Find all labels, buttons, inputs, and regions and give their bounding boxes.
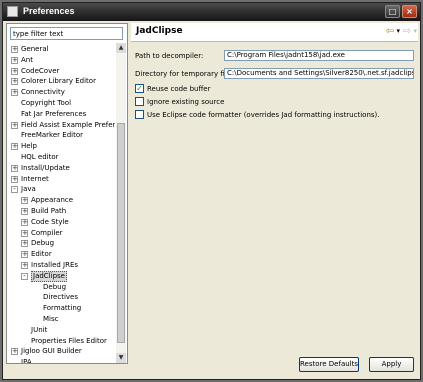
tree-item-label: Code Style — [31, 217, 69, 226]
collapse-icon[interactable]: - — [21, 272, 28, 280]
expand-icon[interactable]: + — [21, 197, 28, 205]
checkbox-icon[interactable] — [135, 96, 144, 106]
tree-item-label: Ant — [21, 55, 33, 64]
expand-icon[interactable]: + — [21, 262, 28, 269]
preferences-tree-panel: +General+Ant+CodeCover+Colorer Library E… — [6, 23, 128, 364]
tree-item-label: Java — [21, 185, 36, 194]
chevron-down-icon[interactable]: ▾ — [396, 27, 400, 35]
expand-icon[interactable]: + — [11, 67, 18, 75]
tree-item-label: Build Path — [31, 207, 67, 215]
preferences-window: Preferences □ × +General+Ant+CodeCover+C… — [2, 2, 421, 380]
tree-item-label: Installed JREs — [31, 261, 79, 269]
tree-item-label: Help — [21, 142, 37, 151]
expand-icon[interactable]: + — [21, 218, 28, 226]
expand-icon[interactable]: + — [11, 175, 18, 183]
tree-item-label: Install/Update — [21, 163, 70, 172]
decompiler-path-field[interactable]: C:\Program Files\jadnt158\jad.exe — [224, 50, 414, 61]
expand-icon[interactable]: + — [21, 251, 28, 259]
ignore-source-label: Ignore existing source — [147, 98, 225, 106]
scroll-thumb[interactable] — [117, 123, 125, 343]
app-icon — [7, 6, 18, 17]
tree-item-label: Colorer Library Editor — [21, 77, 96, 86]
tree-item-label: Internet — [21, 174, 49, 183]
tree-item-label: Connectivity — [21, 88, 65, 97]
eclipse-formatter-checkbox[interactable]: Use Eclipse code formatter (overrides Ja… — [135, 109, 380, 121]
tree-item-label: General — [21, 45, 49, 53]
decompiler-label: Path to decompiler: — [135, 52, 204, 60]
tree-item-label: Editor — [31, 250, 52, 259]
window-title: Preferences — [23, 6, 75, 16]
page-title: JadClipse — [136, 26, 183, 36]
maximize-button[interactable]: □ — [385, 5, 400, 18]
tree-item-label: Copyright Tool — [21, 99, 72, 107]
tree-item-label: HQL editor — [21, 153, 59, 161]
expand-icon[interactable]: + — [11, 348, 18, 356]
collapse-icon[interactable]: - — [11, 186, 18, 194]
tree-item-label: Directives — [43, 293, 78, 302]
close-button[interactable]: × — [402, 5, 417, 18]
expand-icon[interactable]: + — [11, 78, 18, 86]
scroll-up-icon[interactable]: ▲ — [116, 43, 126, 53]
back-arrow-icon[interactable]: ⇦ — [386, 26, 394, 37]
page-header: JadClipse ⇦ ▾ ⇨ ▾ — [131, 23, 418, 42]
tree-item-label: Appearance — [31, 196, 74, 205]
tree-item-label: Field Assist Example Prefere — [21, 120, 115, 129]
tree-item-label: JUnit — [31, 325, 48, 334]
tree-item-label: JadClipse — [31, 270, 67, 282]
expand-icon[interactable]: + — [21, 208, 28, 215]
tree-item-label: FreeMarker Editor — [21, 131, 83, 140]
expand-icon[interactable]: + — [11, 89, 18, 97]
tree-item-label: Misc — [43, 315, 59, 323]
expand-icon[interactable]: + — [11, 164, 18, 172]
expand-icon[interactable]: + — [11, 56, 18, 64]
tree-item-label: JPA — [21, 358, 32, 363]
checkbox-icon[interactable] — [135, 109, 144, 119]
checkbox-icon[interactable]: ✓ — [135, 83, 144, 93]
eclipse-formatter-label: Use Eclipse code formatter (overrides Ja… — [147, 111, 380, 119]
reuse-buffer-checkbox[interactable]: ✓ Reuse code buffer — [135, 83, 211, 95]
reuse-buffer-label: Reuse code buffer — [147, 85, 211, 93]
tree-item-label: Jigloo GUI Builder — [21, 347, 82, 356]
expand-icon[interactable]: + — [21, 229, 28, 237]
expand-icon[interactable]: + — [21, 240, 28, 248]
ignore-source-checkbox[interactable]: Ignore existing source — [135, 96, 225, 108]
tree-item-label: Formatting — [43, 304, 82, 313]
filter-input[interactable] — [10, 27, 123, 40]
tree-scrollbar[interactable]: ▲ ▼ — [116, 43, 126, 363]
tempdir-label: Directory for temporary files: — [135, 70, 238, 78]
tree-item-label: Debug — [43, 282, 67, 291]
restore-defaults-button[interactable]: Restore Defaults — [299, 357, 359, 372]
scroll-down-icon[interactable]: ▼ — [116, 353, 126, 363]
tree-item-label: CodeCover — [21, 66, 60, 75]
tree-item-label: Compiler — [31, 228, 63, 237]
tree-item-label: Fat Jar Preferences — [21, 109, 87, 118]
tree-item-label: Debug — [31, 239, 55, 248]
tree-item-label: Properties Files Editor — [31, 336, 107, 345]
expand-icon[interactable]: + — [11, 121, 18, 129]
forward-arrow-icon[interactable]: ⇨ — [403, 26, 411, 37]
title-bar[interactable]: Preferences □ × — [3, 3, 420, 21]
tempdir-field[interactable]: C:\Documents and Settings\Silver8250\.ne… — [224, 68, 414, 79]
page-panel: JadClipse ⇦ ▾ ⇨ ▾ Path to decompiler: C:… — [131, 23, 418, 376]
chevron-down-icon[interactable]: ▾ — [413, 27, 417, 35]
expand-icon[interactable]: + — [11, 46, 18, 53]
apply-button[interactable]: Apply — [369, 357, 414, 372]
expand-icon[interactable]: + — [11, 143, 18, 151]
preferences-tree: + General + Ant + CodeCover + Colorer Library E… — [7, 43, 115, 363]
